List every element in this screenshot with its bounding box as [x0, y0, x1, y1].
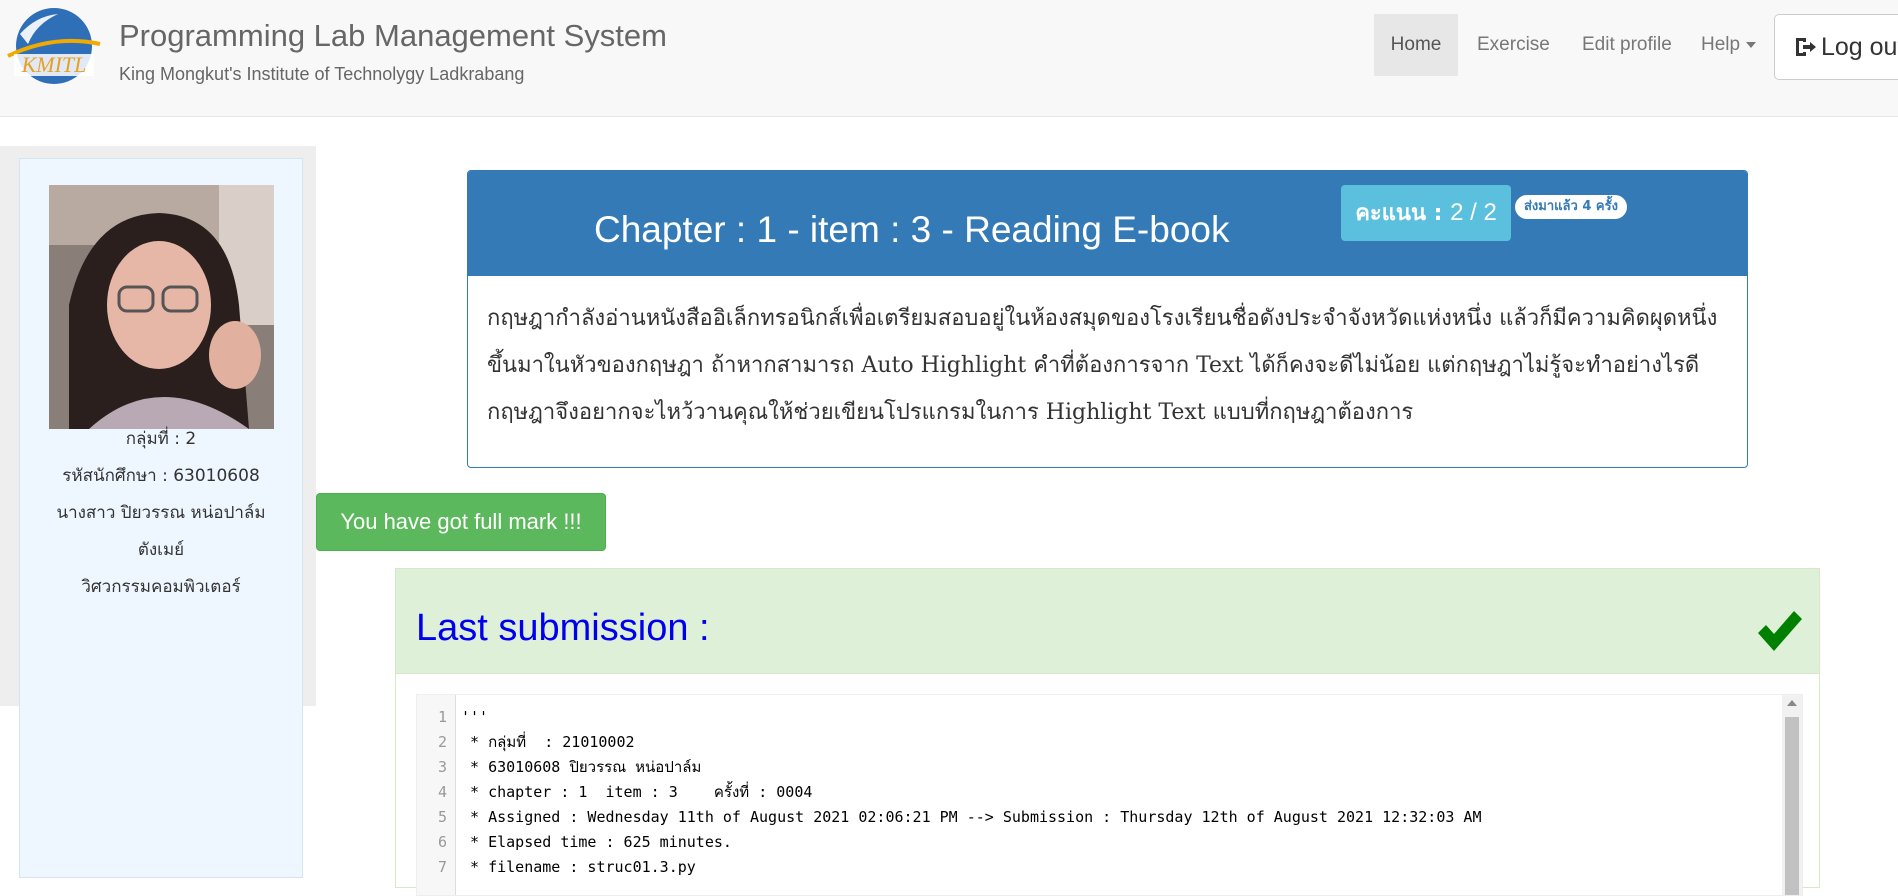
- submission-count-badge: ส่งมาแล้ว 4 ครั้ง: [1515, 195, 1627, 219]
- exercise-panel: Chapter : 1 - item : 3 - Reading E-book …: [467, 170, 1748, 468]
- logout-button[interactable]: Log out: [1774, 14, 1898, 80]
- group-label: กลุ่มที่ : 2: [125, 429, 197, 449]
- app-title[interactable]: Programming Lab Management System: [119, 18, 667, 54]
- score-badge: คะแนน : 2 / 2: [1341, 185, 1511, 241]
- student-name-label: นางสาว ปิยวรรณ หน่อปาล์ม: [56, 503, 266, 523]
- nav-help-label: Help: [1701, 34, 1741, 55]
- last-submission-panel: Last submission : 1 ''' 2 * กลุ่มที่ : 21…: [395, 568, 1820, 896]
- code-scrollbar[interactable]: [1782, 695, 1802, 895]
- top-navbar: KMITL Programming Lab Management System …: [0, 0, 1898, 117]
- nickname-label: ตังเมย์: [137, 540, 185, 560]
- profile-sidebar: กลุ่มที่ : 2 รหัสนักศึกษา : 63010608 นาง…: [19, 158, 303, 878]
- caret-down-icon: [1746, 41, 1757, 48]
- score-value: 2 / 2: [1450, 199, 1497, 226]
- exercise-panel-header: Chapter : 1 - item : 3 - Reading E-book …: [468, 171, 1747, 276]
- full-mark-alert: You have got full mark !!!: [316, 493, 606, 551]
- nav-exercise[interactable]: Exercise: [1477, 14, 1550, 76]
- kmitl-logo[interactable]: KMITL: [6, 4, 102, 88]
- code-viewer[interactable]: 1 ''' 2 * กลุ่มที่ : 21010002 3 * 6301060…: [416, 694, 1803, 896]
- profile-photo: [49, 185, 274, 429]
- last-submission-header: Last submission :: [396, 569, 1819, 674]
- department-label: วิศวกรรมคอมพิวเตอร์: [81, 577, 241, 597]
- score-label: คะแนน :: [1355, 201, 1443, 226]
- nav-home[interactable]: Home: [1374, 14, 1458, 76]
- last-submission-title: Last submission :: [416, 607, 710, 649]
- nav-help-dropdown[interactable]: Help: [1701, 14, 1757, 76]
- app-subtitle: King Mongkut's Institute of Technolygy L…: [119, 64, 525, 84]
- check-icon: [1758, 611, 1802, 651]
- exercise-title: Chapter : 1 - item : 3 - Reading E-book: [594, 209, 1230, 250]
- exercise-description: กฤษฎากำลังอ่านหนังสืออิเล็กทรอนิกส์เพื่อ…: [487, 306, 1718, 425]
- scroll-up-arrow-icon[interactable]: [1787, 700, 1797, 706]
- logout-label: Log out: [1821, 33, 1898, 61]
- scroll-thumb[interactable]: [1785, 717, 1799, 895]
- nav-edit-profile[interactable]: Edit profile: [1582, 14, 1672, 76]
- logout-icon: [1796, 38, 1816, 56]
- logo-text: KMITL: [21, 52, 87, 77]
- student-id-label: รหัสนักศึกษา : 63010608: [62, 466, 260, 486]
